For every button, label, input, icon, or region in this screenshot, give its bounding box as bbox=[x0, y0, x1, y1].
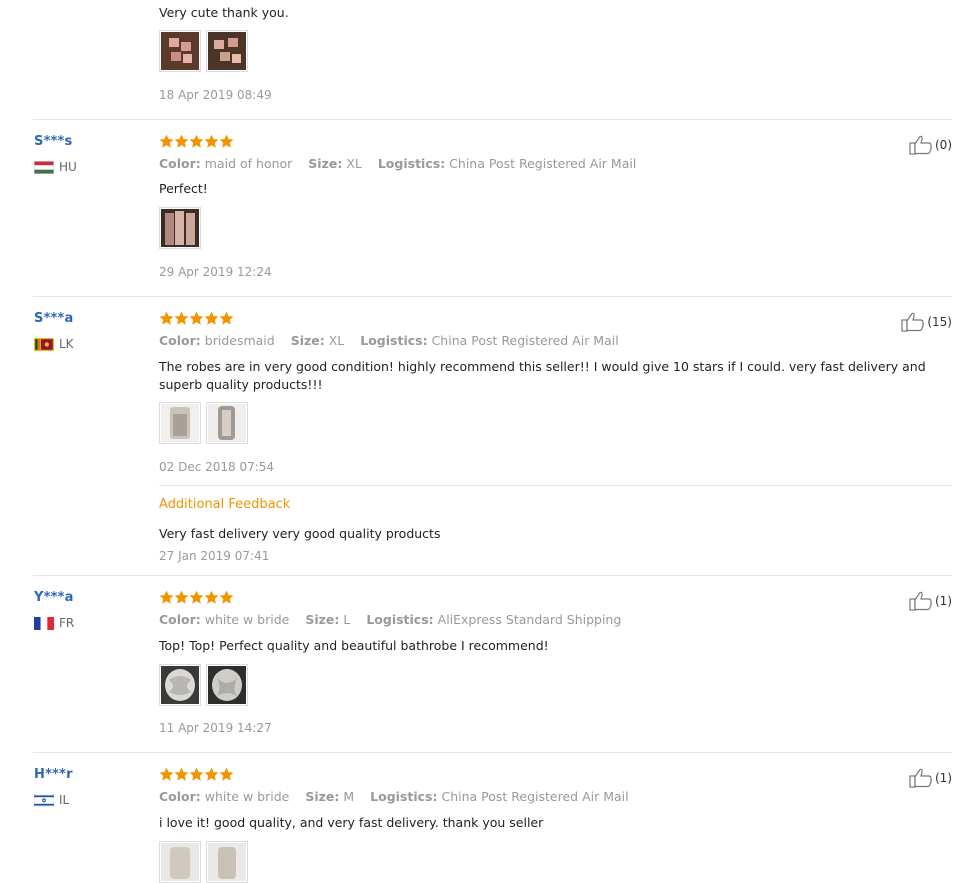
thumbs-up-icon bbox=[901, 312, 925, 332]
size-label: Size: bbox=[305, 789, 340, 804]
review-photo[interactable] bbox=[206, 402, 248, 444]
helpful-count: (0) bbox=[935, 138, 952, 152]
star-rating bbox=[159, 767, 235, 783]
helpful-button[interactable]: (1) bbox=[909, 768, 952, 788]
order-info: Color: white w bride Size: M Logistics: … bbox=[159, 789, 629, 804]
review-photo[interactable] bbox=[159, 402, 201, 444]
review-date: 29 Apr 2019 12:24 bbox=[159, 265, 272, 279]
color-label: Color: bbox=[159, 789, 201, 804]
reviewer-country: IL bbox=[33, 793, 70, 807]
thumbs-up-icon bbox=[909, 135, 933, 155]
color-value: white w bride bbox=[204, 789, 290, 804]
helpful-button[interactable]: (0) bbox=[909, 135, 952, 155]
helpful-button[interactable]: (1) bbox=[909, 591, 952, 611]
israel-flag-icon bbox=[33, 793, 55, 807]
review-text: The robes are in very good condition! hi… bbox=[159, 359, 926, 392]
size-value: XL bbox=[346, 156, 362, 171]
country-code: IL bbox=[59, 793, 70, 807]
logistics-label: Logistics: bbox=[360, 333, 428, 348]
size-label: Size: bbox=[305, 612, 340, 627]
logistics-label: Logistics: bbox=[370, 789, 438, 804]
additional-feedback-text: Very fast delivery very good quality pro… bbox=[159, 526, 441, 541]
france-flag-icon bbox=[34, 616, 54, 630]
additional-feedback-date: 27 Jan 2019 07:41 bbox=[159, 549, 270, 563]
divider bbox=[33, 575, 952, 576]
divider bbox=[33, 119, 952, 120]
logistics-label: Logistics: bbox=[366, 612, 434, 627]
review-photo[interactable] bbox=[159, 841, 201, 883]
review-photo[interactable] bbox=[206, 30, 248, 72]
review-text: i love it! good quality, and very fast d… bbox=[159, 815, 544, 830]
thumbs-up-icon bbox=[909, 591, 933, 611]
reviewer-country: FR bbox=[34, 616, 74, 630]
color-label: Color: bbox=[159, 156, 201, 171]
hungary-flag-icon bbox=[34, 160, 54, 174]
reviewer-name: Y***a bbox=[34, 590, 74, 605]
divider bbox=[33, 752, 952, 753]
order-info: Color: maid of honor Size: XL Logistics:… bbox=[159, 156, 636, 171]
color-value: maid of honor bbox=[204, 156, 293, 171]
divider bbox=[159, 485, 952, 486]
reviewer-country: LK bbox=[34, 337, 74, 351]
review-photo[interactable] bbox=[206, 664, 248, 706]
star-icon bbox=[159, 767, 234, 781]
color-label: Color: bbox=[159, 333, 201, 348]
color-label: Color: bbox=[159, 612, 201, 627]
review-date: 18 Apr 2019 08:49 bbox=[159, 88, 272, 102]
helpful-button[interactable]: (15) bbox=[901, 312, 952, 332]
review-text: Very cute thank you. bbox=[159, 5, 289, 20]
review-photo[interactable] bbox=[159, 207, 201, 249]
feedback-list: Very cute thank you. 18 Apr 2019 08:49 S… bbox=[0, 0, 972, 883]
size-label: Size: bbox=[290, 333, 325, 348]
review-photo[interactable] bbox=[159, 664, 201, 706]
helpful-count: (1) bbox=[935, 771, 952, 785]
reviewer-name: S***a bbox=[34, 311, 74, 326]
review-text: Top! Top! Perfect quality and beautiful … bbox=[159, 638, 549, 653]
size-value: M bbox=[343, 789, 355, 804]
country-code: LK bbox=[59, 337, 74, 351]
star-rating bbox=[159, 590, 235, 606]
size-value: XL bbox=[328, 333, 345, 348]
review-date: 11 Apr 2019 14:27 bbox=[159, 721, 272, 735]
review-photo[interactable] bbox=[206, 841, 248, 883]
review-date: 02 Dec 2018 07:54 bbox=[159, 460, 275, 474]
color-value: bridesmaid bbox=[204, 333, 275, 348]
sri-lanka-flag-icon bbox=[34, 337, 54, 351]
helpful-count: (15) bbox=[927, 315, 952, 329]
logistics-value: China Post Registered Air Mail bbox=[441, 789, 629, 804]
country-code: HU bbox=[59, 160, 77, 174]
review-text: Perfect! bbox=[159, 181, 208, 196]
order-info: Color: white w bride Size: L Logistics: … bbox=[159, 612, 621, 627]
size-value: L bbox=[343, 612, 351, 627]
logistics-value: AliExpress Standard Shipping bbox=[437, 612, 622, 627]
review-photo[interactable] bbox=[159, 30, 201, 72]
reviewer-country: HU bbox=[34, 160, 77, 174]
size-label: Size: bbox=[308, 156, 343, 171]
helpful-count: (1) bbox=[935, 594, 952, 608]
additional-feedback-title: Additional Feedback bbox=[159, 497, 291, 512]
star-icon bbox=[159, 590, 234, 604]
star-icon bbox=[159, 134, 234, 148]
logistics-value: China Post Registered Air Mail bbox=[449, 156, 637, 171]
star-icon bbox=[159, 311, 234, 325]
star-rating bbox=[159, 311, 235, 327]
logistics-value: China Post Registered Air Mail bbox=[431, 333, 619, 348]
order-info: Color: bridesmaid Size: XL Logistics: Ch… bbox=[159, 333, 619, 348]
reviewer-name: H***r bbox=[34, 767, 73, 782]
star-rating bbox=[159, 134, 235, 150]
thumbs-up-icon bbox=[909, 768, 933, 788]
logistics-label: Logistics: bbox=[377, 156, 446, 171]
reviewer-name: S***s bbox=[34, 134, 73, 149]
color-value: white w bride bbox=[204, 612, 290, 627]
divider bbox=[33, 296, 952, 297]
country-code: FR bbox=[59, 616, 75, 630]
